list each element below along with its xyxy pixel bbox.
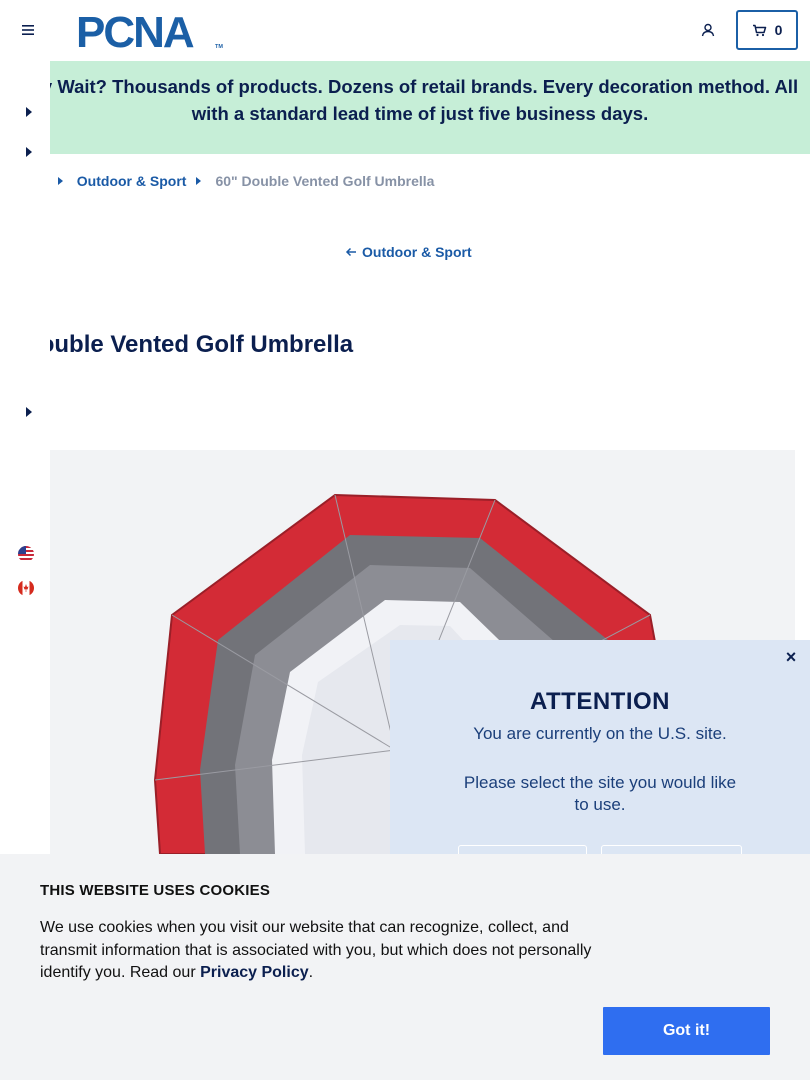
modal-message: You are currently on the U.S. site. [473, 724, 727, 743]
canada-flag-icon[interactable] [18, 580, 34, 596]
cart-count: 0 [774, 22, 783, 38]
chevron-right-icon[interactable] [24, 106, 34, 118]
cookie-body-suffix: . [308, 964, 314, 981]
close-icon[interactable]: × [782, 648, 800, 666]
chevron-right-icon[interactable] [24, 406, 34, 418]
back-to-category-link[interactable]: Outdoor & Sport [345, 244, 472, 260]
cart-icon [752, 24, 766, 36]
back-link-label: Outdoor & Sport [362, 244, 472, 260]
site-header: PCNA TM 0 [0, 0, 810, 61]
accept-cookies-button[interactable]: Got it! [603, 1007, 770, 1055]
pcna-logo[interactable]: PCNA TM [76, 8, 224, 57]
side-menu-rail [0, 61, 50, 854]
us-site-button[interactable] [458, 845, 587, 854]
user-icon [701, 23, 715, 37]
promo-banner: y Wait? Thousands of products. Dozens of… [0, 61, 810, 154]
arrow-left-icon [345, 247, 356, 257]
cookie-body-text: We use cookies when you visit our websit… [40, 919, 592, 981]
menu-button[interactable] [16, 18, 40, 42]
logo-trademark: TM [215, 44, 223, 50]
hamburger-icon [22, 25, 34, 35]
canada-site-button[interactable] [601, 845, 742, 854]
product-title: ' Double Vented Golf Umbrella [10, 331, 354, 358]
chevron-right-icon[interactable] [24, 146, 34, 158]
chevron-right-icon [196, 177, 202, 185]
account-button[interactable] [696, 18, 720, 42]
promo-text: y Wait? Thousands of products. Dozens of… [41, 76, 799, 124]
us-flag-icon[interactable] [18, 546, 34, 562]
breadcrumb-category[interactable]: Outdoor & Sport [77, 173, 187, 189]
cookie-title: THIS WEBSITE USES COOKIES [40, 882, 271, 899]
logo-text: PCNA [76, 9, 194, 51]
breadcrumb: e Outdoor & Sport 60" Double Vented Golf… [40, 172, 434, 190]
breadcrumb-current: 60" Double Vented Golf Umbrella [215, 173, 435, 189]
modal-title: ATTENTION [529, 688, 671, 715]
privacy-policy-link[interactable]: Privacy Policy [200, 964, 309, 981]
cookie-banner: THIS WEBSITE USES COOKIES We use cookies… [0, 854, 810, 1080]
modal-prompt: Please select the site you would like to… [463, 773, 737, 814]
region-select-modal: × ATTENTION You are currently on the U.S… [390, 640, 810, 854]
cart-button[interactable]: 0 [736, 10, 798, 50]
cookie-text: We use cookies when you visit our websit… [40, 917, 605, 985]
chevron-right-icon [57, 177, 63, 185]
